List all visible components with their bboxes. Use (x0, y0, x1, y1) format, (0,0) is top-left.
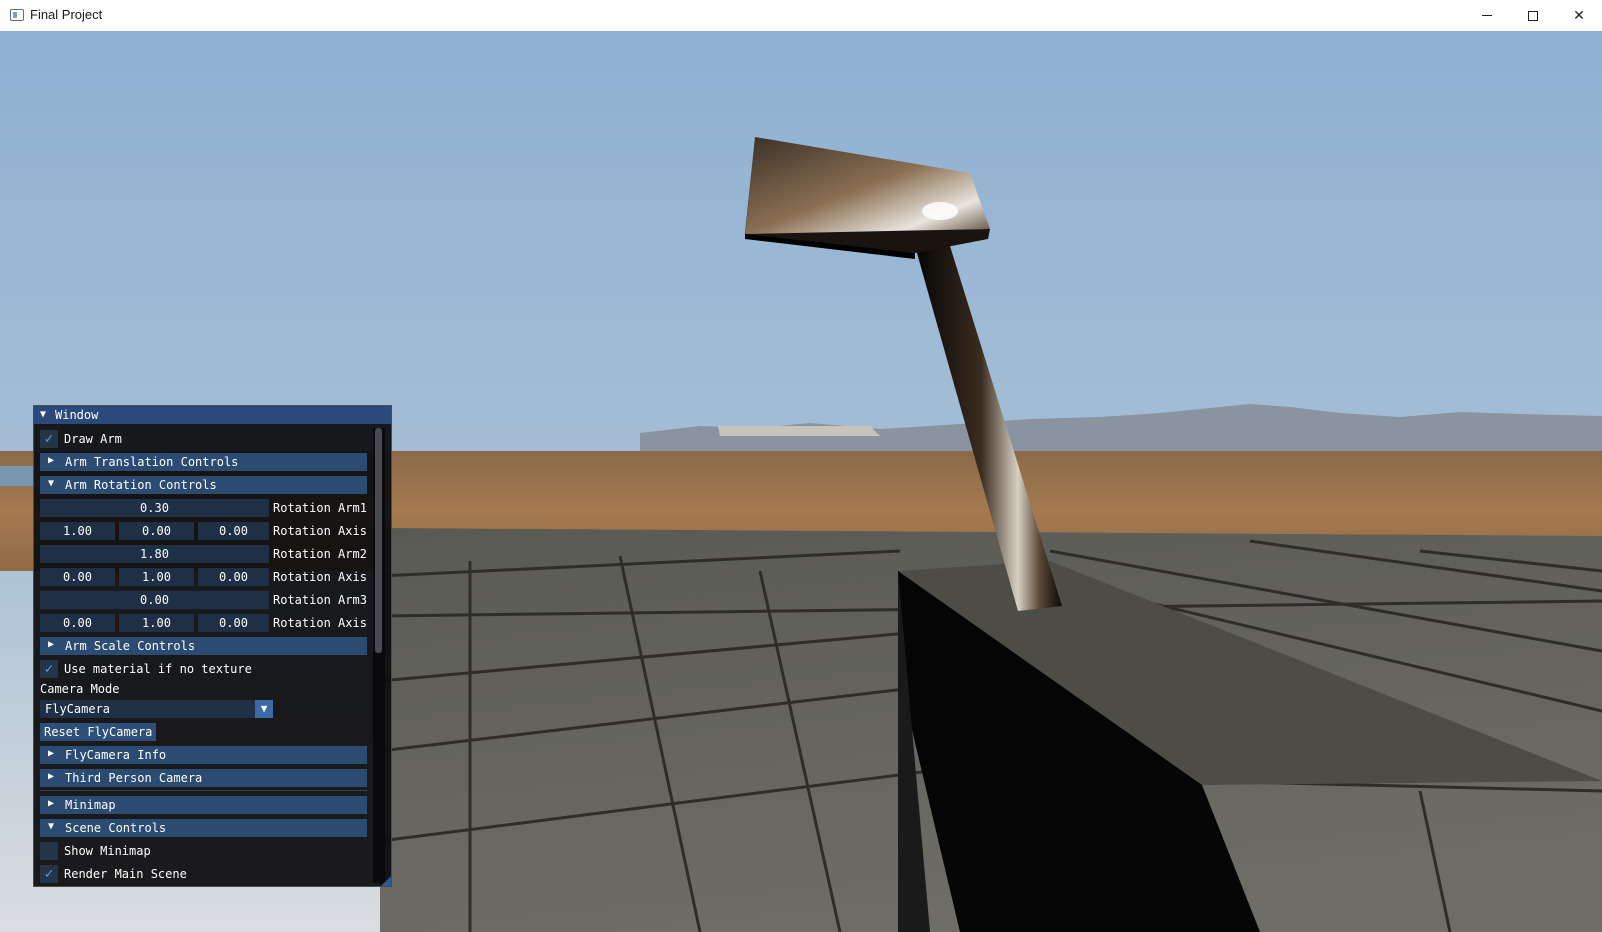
rotation-arm3-slider[interactable]: 0.00 (40, 591, 269, 609)
app-window-icon (10, 9, 24, 21)
rotation-arm2-row: 1.80 Rotation Arm2 (40, 545, 367, 563)
camera-mode-value: FlyCamera (45, 702, 111, 716)
separator (40, 790, 367, 791)
rotation-arm2-slider[interactable]: 1.80 (40, 545, 269, 563)
arm-rotation-label: Arm Rotation Controls (65, 478, 217, 492)
rotation-arm2-label: Rotation Arm2 (273, 547, 367, 561)
arm-translation-label: Arm Translation Controls (65, 455, 239, 469)
chevron-down-icon[interactable]: ▼ (255, 700, 273, 718)
rotation-axis2-z[interactable]: 0.00 (198, 568, 269, 586)
draw-arm-checkbox[interactable]: ✓ (40, 430, 58, 448)
scene-controls-label: Scene Controls (65, 821, 167, 835)
arm-scale-label: Arm Scale Controls (65, 639, 196, 653)
minimize-icon (1482, 15, 1492, 16)
rotation-axis3-z[interactable]: 0.00 (198, 614, 269, 632)
imgui-window[interactable]: ▼ Window ✓ Draw Arm ▶ Arm Translation Co… (33, 405, 392, 887)
rotation-arm1-label: Rotation Arm1 (273, 501, 367, 515)
rotation-axis2-x[interactable]: 0.00 (40, 568, 115, 586)
arm-rotation-header[interactable]: ▼ Arm Rotation Controls (40, 476, 367, 494)
check-icon: ✓ (44, 661, 54, 677)
collapse-arrow-icon[interactable]: ▼ (40, 409, 46, 420)
minimap-header[interactable]: ▶ Minimap (40, 796, 367, 814)
use-material-label: Use material if no texture (64, 662, 252, 676)
expand-arrow-icon: ▶ (48, 798, 55, 809)
imgui-window-titlebar[interactable]: ▼ Window (34, 406, 391, 424)
rotation-arm1-row: 0.30 Rotation Arm1 (40, 499, 367, 517)
use-material-checkbox[interactable]: ✓ (40, 660, 58, 678)
expand-arrow-icon: ▶ (48, 639, 55, 650)
minimap-label: Minimap (65, 798, 116, 812)
title-bar[interactable]: Final Project ✕ (0, 0, 1602, 32)
rotation-axis3-x[interactable]: 0.00 (40, 614, 115, 632)
window-title: Final Project (30, 7, 103, 22)
imgui-scrollbar[interactable] (373, 428, 385, 883)
check-icon: ✓ (44, 866, 54, 882)
arm-translation-header[interactable]: ▶ Arm Translation Controls (40, 453, 367, 471)
render-main-checkbox[interactable]: ✓ (40, 865, 58, 883)
rotation-axis2-y[interactable]: 1.00 (119, 568, 194, 586)
third-person-header[interactable]: ▶ Third Person Camera (40, 769, 367, 787)
rotation-axis1-label: Rotation Axis (273, 524, 367, 538)
expand-arrow-icon: ▶ (48, 455, 55, 466)
expand-arrow-icon: ▶ (48, 771, 55, 782)
flycamera-info-label: FlyCamera Info (65, 748, 167, 762)
rotation-axis3-y[interactable]: 1.00 (119, 614, 194, 632)
maximize-button[interactable] (1510, 0, 1556, 31)
camera-mode-label: Camera Mode (40, 682, 120, 696)
collapse-arrow-icon: ▼ (48, 478, 55, 489)
imgui-window-title: Window (55, 408, 99, 422)
minimize-button[interactable] (1464, 0, 1510, 31)
scene-controls-header[interactable]: ▼ Scene Controls (40, 819, 367, 837)
rotation-arm3-label: Rotation Arm3 (273, 593, 367, 607)
rotation-axis3-row: 0.00 1.00 0.00 Rotation Axis (40, 614, 367, 632)
close-icon: ✕ (1573, 7, 1585, 24)
rotation-axis2-row: 0.00 1.00 0.00 Rotation Axis (40, 568, 367, 586)
expand-arrow-icon: ▶ (48, 748, 55, 759)
reset-flycamera-button[interactable]: Reset FlyCamera (40, 723, 157, 741)
show-minimap-label: Show Minimap (64, 844, 151, 858)
scrollbar-thumb[interactable] (375, 428, 382, 653)
render-main-label: Render Main Scene (64, 867, 187, 881)
rotation-axis1-z[interactable]: 0.00 (198, 522, 269, 540)
rotation-axis1-y[interactable]: 0.00 (119, 522, 194, 540)
collapse-arrow-icon: ▼ (48, 821, 55, 832)
app-window: Final Project ✕ ▼ Window ✓ Draw Arm ▶ Ar… (0, 0, 1602, 932)
rotation-axis1-x[interactable]: 1.00 (40, 522, 115, 540)
camera-mode-dropdown[interactable]: FlyCamera ▼ (40, 700, 273, 718)
maximize-icon (1528, 10, 1538, 21)
rotation-arm1-slider[interactable]: 0.30 (40, 499, 269, 517)
rotation-arm3-row: 0.00 Rotation Arm3 (40, 591, 367, 609)
show-minimap-checkbox[interactable] (40, 842, 58, 860)
rotation-axis2-label: Rotation Axis (273, 570, 367, 584)
arm-scale-header[interactable]: ▶ Arm Scale Controls (40, 637, 367, 655)
close-button[interactable]: ✕ (1556, 0, 1602, 31)
flycamera-info-header[interactable]: ▶ FlyCamera Info (40, 746, 367, 764)
rotation-axis3-label: Rotation Axis (273, 616, 367, 630)
rotation-axis1-row: 1.00 0.00 0.00 Rotation Axis (40, 522, 367, 540)
resize-grip-icon[interactable] (381, 876, 391, 886)
check-icon: ✓ (44, 431, 54, 447)
draw-arm-label: Draw Arm (64, 432, 122, 446)
third-person-label: Third Person Camera (65, 771, 203, 785)
